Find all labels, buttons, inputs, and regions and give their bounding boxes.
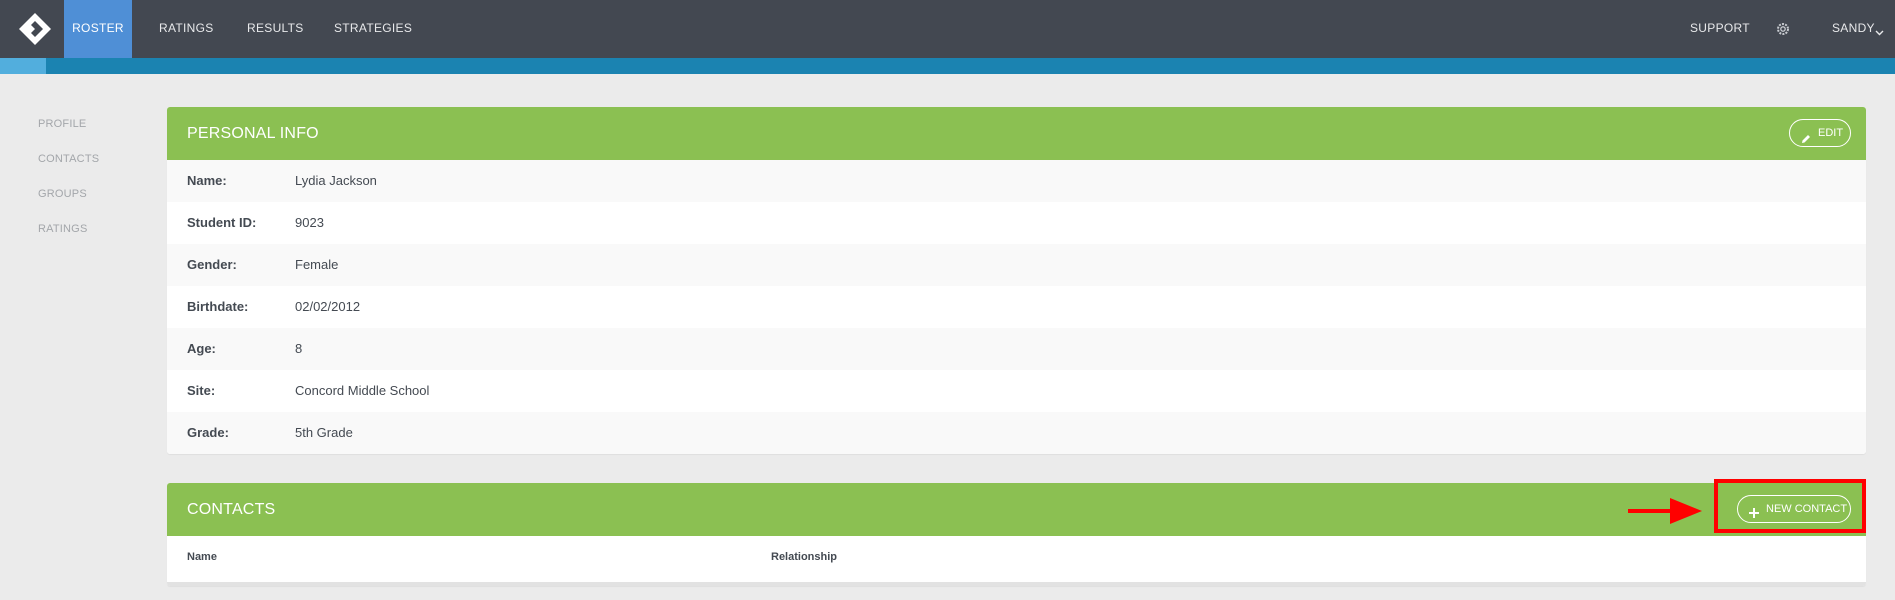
sidebar-item-contacts[interactable]: CONTACTS <box>38 153 99 165</box>
field-value: 8 <box>295 341 303 356</box>
info-row: Student ID: 9023 <box>167 202 1866 244</box>
contacts-panel: CONTACTS NEW CONTACT Name Relationship <box>167 483 1866 586</box>
field-value: 02/02/2012 <box>295 299 361 314</box>
contacts-header: CONTACTS NEW CONTACT <box>167 483 1866 536</box>
nav-results[interactable]: RESULTS <box>247 0 304 58</box>
field-value: Concord Middle School <box>295 383 430 398</box>
accent-bar-highlight <box>0 58 46 74</box>
field-value: Lydia Jackson <box>295 173 377 188</box>
info-row: Grade: 5th Grade <box>167 412 1866 454</box>
sidebar-item-profile[interactable]: PROFILE <box>38 118 86 130</box>
field-label: Age: <box>187 341 216 356</box>
gear-icon[interactable] <box>1775 21 1791 37</box>
user-menu[interactable]: SANDY <box>1832 0 1875 58</box>
field-label: Grade: <box>187 425 229 440</box>
annotation-highlight-box <box>1714 479 1866 533</box>
sidebar-item-ratings[interactable]: RATINGS <box>38 223 87 235</box>
personal-info-panel: PERSONAL INFO EDIT Name: Lydia Jackson S… <box>167 107 1866 454</box>
info-row: Gender: Female <box>167 244 1866 286</box>
field-value: 5th Grade <box>295 425 353 440</box>
annotation-arrow-icon <box>1628 496 1702 526</box>
field-label: Student ID: <box>187 215 257 230</box>
pencil-icon <box>1801 128 1811 143</box>
info-row: Site: Concord Middle School <box>167 370 1866 412</box>
table-divider <box>167 582 1866 586</box>
contacts-title: CONTACTS <box>187 501 276 518</box>
column-header-relationship[interactable]: Relationship <box>771 551 837 563</box>
accent-bar <box>0 58 1895 74</box>
column-header-name[interactable]: Name <box>187 551 217 563</box>
top-navbar: ROSTER RATINGS RESULTS STRATEGIES SUPPOR… <box>0 0 1895 58</box>
field-label: Birthdate: <box>187 299 249 314</box>
personal-info-header: PERSONAL INFO EDIT <box>167 107 1866 160</box>
edit-button[interactable]: EDIT <box>1789 119 1851 147</box>
nav-roster[interactable]: ROSTER <box>64 0 132 58</box>
nav-support[interactable]: SUPPORT <box>1690 0 1750 58</box>
field-label: Name: <box>187 173 227 188</box>
info-row: Age: 8 <box>167 328 1866 370</box>
field-value: 9023 <box>295 215 324 230</box>
nav-ratings[interactable]: RATINGS <box>159 0 214 58</box>
logo-icon[interactable] <box>18 12 52 46</box>
personal-info-title: PERSONAL INFO <box>187 125 319 142</box>
field-label: Gender: <box>187 257 237 272</box>
field-value: Female <box>295 257 339 272</box>
field-label: Site: <box>187 383 216 398</box>
nav-strategies[interactable]: STRATEGIES <box>334 0 412 58</box>
info-row: Name: Lydia Jackson <box>167 160 1866 202</box>
chevron-down-icon[interactable] <box>1875 24 1884 36</box>
edit-button-label: EDIT <box>1818 127 1844 139</box>
info-row: Birthdate: 02/02/2012 <box>167 286 1866 328</box>
sidebar-item-groups[interactable]: GROUPS <box>38 188 87 200</box>
